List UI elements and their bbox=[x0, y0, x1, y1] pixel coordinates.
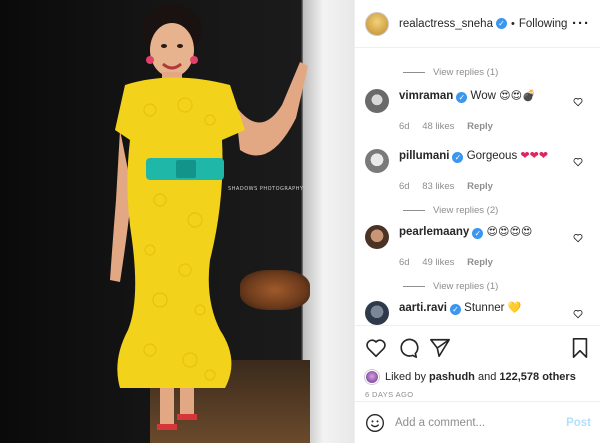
liked-by-count[interactable]: 122,578 others bbox=[499, 371, 575, 383]
commenter-avatar[interactable] bbox=[365, 301, 389, 325]
commenter-username[interactable]: pearlemaany bbox=[399, 226, 469, 238]
comment-age: 6d bbox=[399, 257, 410, 268]
share-send-icon[interactable] bbox=[429, 337, 451, 359]
comment-meta: 6d 48 likes Reply bbox=[399, 121, 591, 132]
comment-bubble-icon[interactable] bbox=[397, 337, 419, 359]
post-actions: Liked by pashudh and 122,578 others 6 DA… bbox=[355, 325, 600, 399]
emoji-smiley-icon[interactable] bbox=[365, 413, 385, 433]
author-username[interactable]: realactress_sneha bbox=[399, 18, 493, 30]
commenter-username[interactable]: vimraman bbox=[399, 90, 453, 102]
comment-age: 6d bbox=[399, 121, 410, 132]
like-comment-heart-icon[interactable] bbox=[573, 97, 583, 107]
view-replies-button[interactable]: View replies (1) bbox=[355, 63, 600, 81]
comment-meta: 6d 83 likes Reply bbox=[399, 181, 591, 192]
verified-badge-icon: ✓ bbox=[452, 152, 464, 163]
like-comment-heart-icon[interactable] bbox=[573, 309, 583, 319]
comment-text: Wow bbox=[470, 90, 496, 102]
following-button[interactable]: Following bbox=[519, 18, 568, 30]
liked-by-prefix: Liked by bbox=[385, 371, 426, 383]
view-replies-button[interactable]: View replies (2) bbox=[355, 201, 600, 219]
photo-watermark: SHADOWS PHOTOGRAPHY bbox=[228, 186, 304, 192]
reply-button[interactable]: Reply bbox=[467, 121, 493, 132]
post-header: realactress_sneha ✓ • Following ··· bbox=[355, 0, 600, 48]
comment-item: pillumani ✓ Gorgeous ❤❤❤ 6d 83 likes Repl… bbox=[355, 149, 600, 201]
verified-badge-icon: ✓ bbox=[449, 304, 461, 315]
post-comment-button[interactable]: Post bbox=[566, 417, 591, 429]
comment-age: 6d bbox=[399, 181, 410, 192]
comment-text: Stunner bbox=[464, 302, 505, 314]
separator-dot: • bbox=[510, 17, 515, 30]
comment-likes[interactable]: 49 likes bbox=[422, 257, 454, 268]
comment-input[interactable] bbox=[395, 416, 567, 429]
commenter-avatar[interactable] bbox=[365, 89, 389, 113]
view-replies-button[interactable]: View replies (1) bbox=[355, 277, 600, 295]
commenter-username[interactable]: aarti.ravi bbox=[399, 302, 447, 314]
author-avatar[interactable] bbox=[365, 11, 389, 36]
comment-list: View replies (1) vimraman ✓ Wow 😍😍💣 6d 48… bbox=[355, 49, 600, 325]
like-comment-heart-icon[interactable] bbox=[573, 233, 583, 243]
verified-badge-icon: ✓ bbox=[456, 92, 468, 103]
view-replies-label: View replies (1) bbox=[433, 280, 499, 292]
replies-line bbox=[403, 285, 425, 287]
verified-badge-icon: ✓ bbox=[472, 228, 484, 239]
liked-by-summary: Liked by pashudh and 122,578 others bbox=[365, 370, 591, 384]
comment-meta: 6d 49 likes Reply bbox=[399, 257, 591, 268]
verified-badge-icon: ✓ bbox=[495, 18, 507, 29]
commenter-username[interactable]: pillumani bbox=[399, 150, 449, 162]
comment-likes[interactable]: 48 likes bbox=[422, 121, 454, 132]
woman-in-yellow-dress bbox=[110, 4, 308, 430]
bookmark-icon[interactable] bbox=[569, 337, 591, 359]
reply-button[interactable]: Reply bbox=[467, 257, 493, 268]
commenter-avatar[interactable] bbox=[365, 149, 389, 173]
replies-line bbox=[403, 71, 425, 73]
scrolled-spacer bbox=[355, 49, 600, 63]
more-options-icon[interactable]: ··· bbox=[572, 15, 590, 32]
view-replies-label: View replies (1) bbox=[433, 66, 499, 78]
post-timestamp[interactable]: 6 DAYS AGO bbox=[365, 390, 591, 399]
view-replies-label: View replies (2) bbox=[433, 204, 499, 216]
comment-emojis: 💛 bbox=[507, 301, 522, 314]
comments-panel: realactress_sneha ✓ • Following ··· View… bbox=[354, 0, 600, 443]
comment-item: aarti.ravi ✓ Stunner 💛 bbox=[355, 301, 600, 325]
like-heart-icon[interactable] bbox=[365, 337, 387, 359]
comment-emojis: 😍😍😍😍 bbox=[486, 225, 533, 238]
like-comment-heart-icon[interactable] bbox=[573, 157, 583, 167]
action-icons bbox=[365, 336, 591, 360]
comment-emojis: 😍😍💣 bbox=[499, 89, 536, 102]
liked-by-user[interactable]: pashudh bbox=[429, 371, 475, 383]
add-comment-bar: Post bbox=[355, 401, 600, 443]
post-photo[interactable]: SHADOWS PHOTOGRAPHY bbox=[0, 0, 354, 443]
comment-likes[interactable]: 83 likes bbox=[422, 181, 454, 192]
reply-button[interactable]: Reply bbox=[467, 181, 493, 192]
comment-item: vimraman ✓ Wow 😍😍💣 6d 48 likes Reply bbox=[355, 89, 600, 149]
comment-text: Gorgeous bbox=[466, 150, 518, 162]
comment-item: pearlemaany ✓ 😍😍😍😍 6d 49 likes Reply bbox=[355, 225, 600, 277]
replies-line bbox=[403, 209, 425, 211]
liked-by-and: and bbox=[477, 371, 497, 383]
liker-avatar[interactable] bbox=[365, 370, 379, 384]
comment-emojis: ❤❤❤ bbox=[520, 149, 549, 162]
commenter-avatar[interactable] bbox=[365, 225, 389, 249]
